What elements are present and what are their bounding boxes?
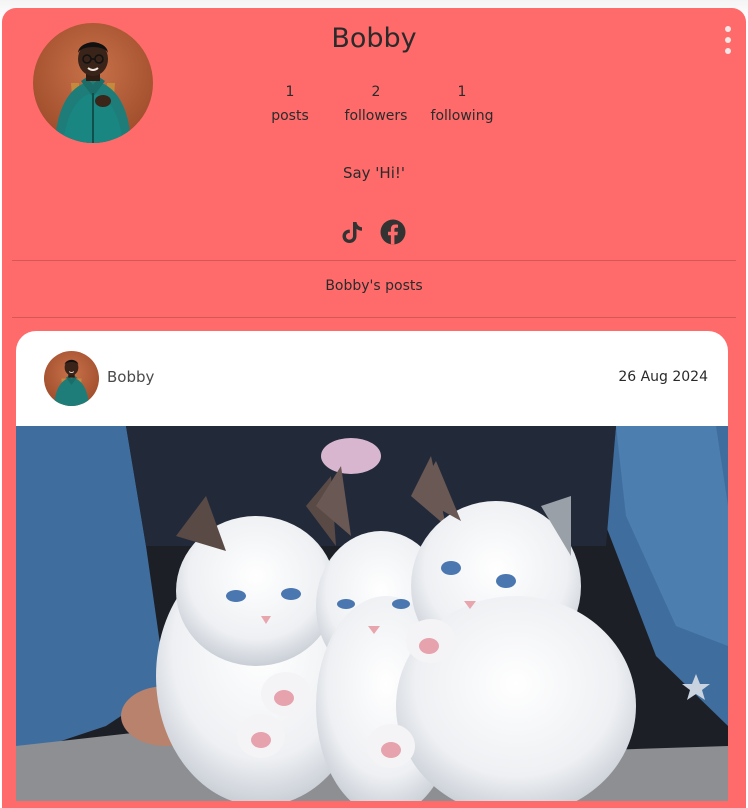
social-links — [339, 217, 406, 247]
divider — [12, 317, 736, 318]
stat-value: 2 — [371, 84, 381, 100]
tiktok-icon[interactable] — [339, 219, 365, 245]
stat-label: posts — [271, 108, 309, 124]
person-avatar-image — [54, 359, 89, 406]
stat-followers[interactable]: 2 followers — [331, 80, 421, 128]
divider — [12, 260, 736, 261]
stat-label: following — [430, 108, 494, 124]
post-image[interactable] — [16, 426, 728, 801]
post-card[interactable]: Bobby 26 Aug 2024 — [16, 331, 728, 801]
post-author-avatar[interactable] — [44, 351, 99, 406]
profile-stats: 1 posts 2 followers 1 following — [245, 80, 505, 124]
profile-bio: Say 'Hi!' — [342, 164, 406, 182]
post-date: 26 Aug 2024 — [618, 369, 708, 385]
stat-value: 1 — [457, 84, 467, 100]
stat-posts[interactable]: 1 posts — [245, 80, 335, 128]
kittens-photo — [16, 426, 728, 801]
post-author-name[interactable]: Bobby — [107, 368, 154, 386]
stat-following[interactable]: 1 following — [417, 80, 507, 128]
stat-label: followers — [344, 108, 408, 124]
profile-username: Bobby — [331, 23, 417, 54]
posts-heading: Bobby's posts — [325, 278, 423, 294]
stat-value: 1 — [285, 84, 295, 100]
facebook-icon[interactable] — [380, 219, 406, 245]
